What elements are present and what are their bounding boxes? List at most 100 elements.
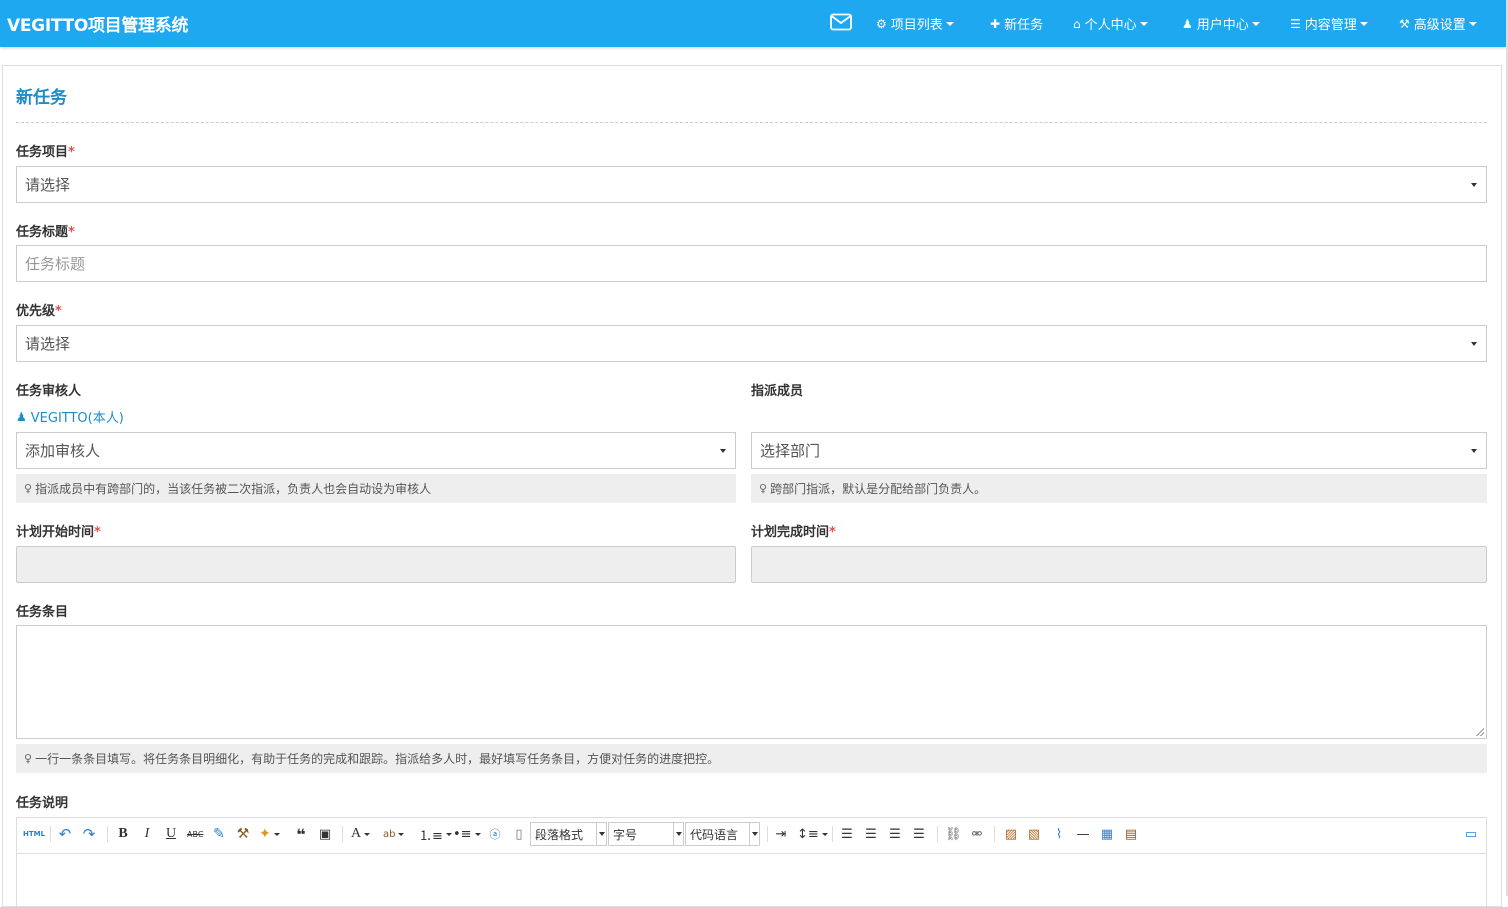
select-arrow-icon	[1471, 342, 1477, 346]
task-title-input[interactable]: 任务标题	[16, 245, 1487, 282]
magic-wand-icon[interactable]: ✦	[259, 825, 280, 843]
nav-personal-center[interactable]: ⌂ 个人中心	[1073, 14, 1148, 33]
fullscreen-icon[interactable]: ▭	[1463, 825, 1479, 843]
lightbulb-icon: ♀	[24, 752, 33, 765]
page-title: 新任务	[16, 88, 67, 108]
priority-select[interactable]: 请选择	[16, 325, 1487, 362]
font-size-select[interactable]: 字号	[608, 822, 684, 846]
wrench-icon: ⚒	[1399, 16, 1410, 31]
caret-down-icon	[1359, 21, 1368, 26]
format-brush-icon[interactable]: ⚒	[235, 825, 251, 843]
reviewer-label: 任务审核人	[16, 384, 82, 399]
plan-end-input[interactable]	[751, 546, 1487, 583]
code-language-value: 代码语言	[690, 827, 739, 842]
align-justify-icon[interactable]: ☰	[911, 825, 927, 843]
reviewer-self-link[interactable]: ♟ VEGITTO(本人)	[16, 407, 124, 427]
required-mark: *	[94, 525, 101, 540]
line-height-icon[interactable]: ↕≡	[797, 825, 828, 843]
project-select[interactable]: 请选择	[16, 166, 1487, 203]
horizontal-rule-icon[interactable]: —	[1075, 825, 1091, 843]
nav-label: 内容管理	[1304, 18, 1357, 33]
multi-image-icon[interactable]: ▧	[1026, 825, 1042, 843]
task-title-label-text: 任务标题	[16, 225, 69, 240]
priority-label: 优先级*	[16, 300, 62, 319]
required-mark: *	[55, 304, 62, 319]
nav-project-list[interactable]: ⚙ 项目列表	[876, 14, 954, 33]
image-icon[interactable]: ▨	[1003, 825, 1019, 843]
task-items-hint: ♀ 一行一条条目填写。将任务条目明细化，有助于任务的完成和跟踪。指派给多人时，最…	[16, 744, 1487, 773]
nav-content-management[interactable]: ☰ 内容管理	[1290, 14, 1368, 33]
assignees-hint: ♀ 跨部门指派，默认是分配给部门负责人。	[751, 474, 1487, 503]
select-arrow-icon	[1471, 183, 1477, 187]
description-label: 任务说明	[16, 796, 69, 811]
select-arrow-icon	[720, 449, 726, 453]
blockquote-icon[interactable]: ❝	[293, 825, 309, 844]
editor-toolbar: HTML ↶ ↷ B I U ABC ✎ ⚒ ✦ ❝ ▣ A ab ⒈≡ •≡ …	[17, 818, 1486, 854]
paragraph-format-select[interactable]: 段落格式	[530, 822, 607, 846]
table-icon[interactable]: ▦	[1099, 825, 1115, 843]
page-break-icon[interactable]: ▯	[511, 825, 527, 843]
home-icon: ⌂	[1073, 16, 1081, 31]
reviewer-self-link-text: VEGITTO(本人)	[30, 411, 124, 426]
chevron-down-icon	[673, 823, 683, 845]
font-color-icon[interactable]: A	[351, 825, 371, 843]
eraser-icon[interactable]: ✎	[211, 825, 227, 843]
code-language-select[interactable]: 代码语言	[685, 822, 760, 846]
chevron-down-icon	[749, 823, 759, 845]
underline-icon[interactable]: U	[163, 825, 179, 843]
plan-end-label: 计划完成时间*	[751, 521, 836, 540]
required-mark: *	[829, 525, 836, 540]
indent-icon[interactable]: ⇥	[773, 825, 789, 843]
html-source-icon[interactable]: HTML	[23, 825, 45, 843]
align-left-icon[interactable]: ☰	[839, 825, 855, 843]
select-arrow-icon	[1471, 449, 1477, 453]
app-brand[interactable]: VEGITTO项目管理系统	[7, 11, 188, 36]
nav-new-task[interactable]: ✚ 新任务	[990, 14, 1044, 34]
user-icon: ♟	[1182, 16, 1193, 31]
nav-label: 个人中心	[1084, 18, 1137, 33]
envelope-icon[interactable]	[830, 13, 852, 31]
attachment-icon[interactable]: ⌇	[1051, 825, 1067, 843]
nav-label: 新任务	[1004, 18, 1044, 33]
priority-label-text: 优先级	[16, 304, 56, 319]
add-reviewer-select[interactable]: 添加审核人	[16, 432, 736, 469]
link-icon[interactable]: ⛓	[945, 825, 962, 843]
undo-icon[interactable]: ↶	[57, 825, 73, 843]
title-divider	[16, 122, 1487, 123]
user-icon: ♟	[16, 409, 27, 424]
toolbar-separator	[767, 826, 768, 842]
plan-start-label: 计划开始时间*	[16, 521, 101, 540]
ordered-list-icon[interactable]: ⒈≡	[419, 825, 452, 844]
caret-down-icon	[1468, 21, 1477, 26]
font-size-value: 字号	[613, 827, 638, 842]
plus-icon: ✚	[990, 16, 1001, 31]
unlink-icon[interactable]: ⚮	[969, 825, 985, 843]
paste-icon[interactable]: ▤	[1123, 825, 1139, 843]
nav-user-center[interactable]: ♟ 用户中心	[1182, 14, 1260, 33]
paste-plain-icon[interactable]: ▣	[317, 825, 333, 843]
nav-label: 项目列表	[890, 18, 943, 33]
strikethrough-icon[interactable]: ABC	[187, 825, 203, 843]
rich-text-editor: HTML ↶ ↷ B I U ABC ✎ ⚒ ✦ ❝ ▣ A ab ⒈≡ •≡ …	[16, 817, 1487, 907]
select-department[interactable]: 选择部门	[751, 432, 1487, 469]
align-center-icon[interactable]: ☰	[863, 825, 879, 843]
task-title-label: 任务标题*	[16, 221, 75, 240]
redo-icon[interactable]: ↷	[81, 825, 97, 843]
toolbar-separator	[994, 826, 995, 842]
anchor-icon[interactable]: ⓐ	[487, 825, 503, 843]
reviewer-hint: ♀ 指派成员中有跨部门的，当该任务被二次指派，负责人也会自动设为审核人	[16, 474, 736, 503]
bold-icon[interactable]: B	[115, 825, 131, 843]
highlight-color-icon[interactable]: ab	[383, 825, 405, 843]
database-icon: ☰	[1290, 16, 1301, 31]
align-right-icon[interactable]: ☰	[887, 825, 903, 843]
plan-start-input[interactable]	[16, 546, 736, 583]
chevron-down-icon	[596, 823, 606, 845]
italic-icon[interactable]: I	[139, 825, 155, 843]
reviewer-hint-text: 指派成员中有跨部门的，当该任务被二次指派，负责人也会自动设为审核人	[35, 482, 432, 496]
nav-advanced-settings[interactable]: ⚒ 高级设置	[1399, 14, 1477, 33]
task-items-textarea[interactable]	[16, 625, 1487, 739]
unordered-list-icon[interactable]: •≡	[453, 825, 481, 843]
caret-down-icon	[945, 21, 954, 26]
lightbulb-icon: ♀	[24, 482, 33, 495]
resize-grip-icon[interactable]	[1476, 728, 1484, 736]
